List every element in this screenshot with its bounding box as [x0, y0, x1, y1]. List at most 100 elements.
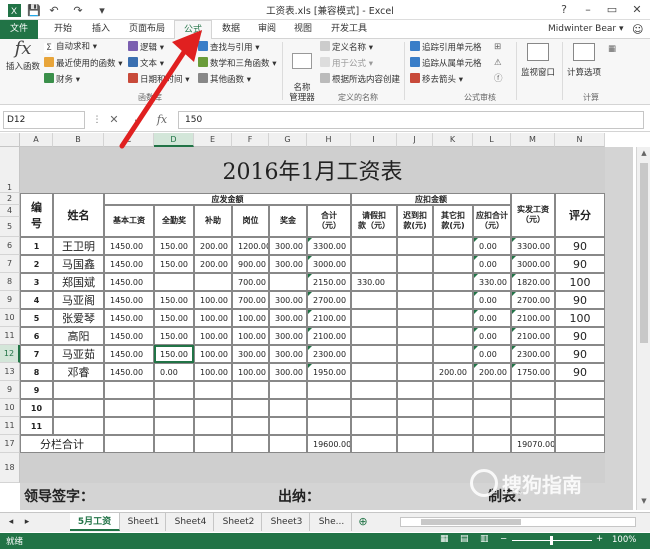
value-cell[interactable]: [351, 291, 397, 309]
value-cell[interactable]: [397, 273, 433, 291]
value-cell[interactable]: [433, 399, 473, 417]
name-cell[interactable]: [53, 399, 104, 417]
subtotal-label[interactable]: 分栏合计: [20, 435, 104, 453]
minimize-button[interactable]: –: [576, 0, 600, 20]
column-header[interactable]: F: [232, 133, 269, 147]
value-cell[interactable]: 150.00: [154, 291, 194, 309]
row-number-cell[interactable]: 4: [20, 291, 53, 309]
tab-review[interactable]: 审阅: [250, 20, 284, 39]
column-header[interactable]: H: [307, 133, 351, 147]
calculation-options-button[interactable]: 计算选项: [564, 43, 604, 79]
calc-now-icon[interactable]: ▦: [608, 43, 616, 55]
value-cell[interactable]: [433, 345, 473, 363]
row-header[interactable]: 17: [0, 435, 20, 453]
value-cell[interactable]: 100.00: [194, 291, 232, 309]
value-cell[interactable]: 2100.00: [511, 309, 555, 327]
value-cell[interactable]: [307, 417, 351, 435]
header-name[interactable]: 姓名: [53, 193, 104, 237]
value-cell[interactable]: 0.00: [154, 363, 194, 381]
next-sheet-icon[interactable]: ▸: [20, 513, 34, 531]
vertical-scrollbar[interactable]: ▲ ▼: [636, 147, 650, 510]
value-cell[interactable]: [511, 417, 555, 435]
header-should-pay[interactable]: 应发金额: [104, 193, 351, 205]
value-cell[interactable]: 300.00: [269, 255, 307, 273]
value-cell[interactable]: [397, 363, 433, 381]
subheader-late[interactable]: 迟到扣 款(元): [397, 205, 433, 237]
name-cell[interactable]: 马亚阁: [53, 291, 104, 309]
value-cell[interactable]: 330.00: [351, 273, 397, 291]
trace-precedents-button[interactable]: 追踪引用单元格: [410, 41, 482, 54]
value-cell[interactable]: [307, 381, 351, 399]
value-cell[interactable]: [433, 273, 473, 291]
value-cell[interactable]: [555, 399, 605, 417]
prev-sheet-icon[interactable]: ◂: [4, 513, 18, 531]
header-score[interactable]: 评分: [555, 193, 605, 237]
value-cell[interactable]: 1200.00: [232, 237, 269, 255]
row-number-cell[interactable]: 10: [20, 399, 53, 417]
row-header[interactable]: 12: [0, 345, 20, 363]
zoom-level[interactable]: 100%: [612, 535, 636, 545]
value-cell[interactable]: 90: [555, 327, 605, 345]
value-cell[interactable]: [397, 309, 433, 327]
value-cell[interactable]: 200.00: [194, 255, 232, 273]
value-cell[interactable]: 100.00: [194, 309, 232, 327]
column-header[interactable]: K: [433, 133, 473, 147]
value-cell[interactable]: 90: [555, 345, 605, 363]
value-cell[interactable]: [154, 381, 194, 399]
h-scroll-thumb[interactable]: [421, 519, 521, 525]
more-icon[interactable]: ⋮: [92, 111, 102, 129]
cell[interactable]: [473, 435, 511, 453]
scroll-down-icon[interactable]: ▼: [639, 497, 649, 507]
value-cell[interactable]: 300.00: [269, 363, 307, 381]
name-cell[interactable]: 郑国斌: [53, 273, 104, 291]
value-cell[interactable]: 0.00: [473, 255, 511, 273]
column-header[interactable]: A: [20, 133, 53, 147]
value-cell[interactable]: [154, 399, 194, 417]
row-header[interactable]: 1: [0, 147, 20, 193]
row-header[interactable]: 5: [0, 217, 20, 237]
value-cell[interactable]: 1450.00: [104, 291, 154, 309]
cell[interactable]: [194, 435, 232, 453]
cell[interactable]: [232, 435, 269, 453]
smiley-icon[interactable]: ☺: [632, 20, 643, 39]
add-sheet-icon[interactable]: ⊕: [356, 513, 370, 531]
value-cell[interactable]: [433, 309, 473, 327]
value-cell[interactable]: 900.00: [232, 255, 269, 273]
close-button[interactable]: ✕: [625, 0, 649, 20]
value-cell[interactable]: 3000.00: [307, 255, 351, 273]
value-cell[interactable]: [269, 399, 307, 417]
select-all-corner[interactable]: [0, 133, 20, 147]
value-cell[interactable]: 1820.00: [511, 273, 555, 291]
value-cell[interactable]: 200.00: [194, 237, 232, 255]
subheader-base[interactable]: 基本工资: [104, 205, 154, 237]
value-cell[interactable]: 150.00: [154, 327, 194, 345]
value-cell[interactable]: 2100.00: [511, 327, 555, 345]
zoom-out-icon[interactable]: −: [500, 534, 507, 544]
horizontal-scrollbar[interactable]: [400, 517, 636, 527]
scroll-thumb[interactable]: [640, 163, 648, 343]
value-cell[interactable]: 1450.00: [104, 345, 154, 363]
name-cell[interactable]: 高阳: [53, 327, 104, 345]
financial-button[interactable]: 财务 ▾: [44, 73, 80, 86]
value-cell[interactable]: [473, 381, 511, 399]
value-cell[interactable]: [433, 417, 473, 435]
value-cell[interactable]: 100.00: [194, 327, 232, 345]
tab-view[interactable]: 视图: [286, 20, 320, 39]
show-formulas-icon[interactable]: ⊞: [494, 41, 501, 53]
value-cell[interactable]: [511, 381, 555, 399]
value-cell[interactable]: [194, 381, 232, 399]
row-number-cell[interactable]: 7: [20, 345, 53, 363]
value-cell[interactable]: 90: [555, 255, 605, 273]
value-cell[interactable]: [397, 327, 433, 345]
value-cell[interactable]: [397, 237, 433, 255]
value-cell[interactable]: [351, 327, 397, 345]
cell[interactable]: [351, 435, 397, 453]
column-header[interactable]: L: [473, 133, 511, 147]
create-from-selection-button[interactable]: 根据所选内容创建: [320, 73, 400, 86]
row-header[interactable]: 18: [0, 453, 20, 483]
sheet-tab-sheet4[interactable]: Sheet4: [168, 513, 214, 531]
subtotal-value[interactable]: 19600.00: [307, 435, 351, 453]
row-number-cell[interactable]: 2: [20, 255, 53, 273]
sheet-tab-sheet2[interactable]: Sheet2: [216, 513, 262, 531]
subheader-subsidy[interactable]: 补助: [194, 205, 232, 237]
